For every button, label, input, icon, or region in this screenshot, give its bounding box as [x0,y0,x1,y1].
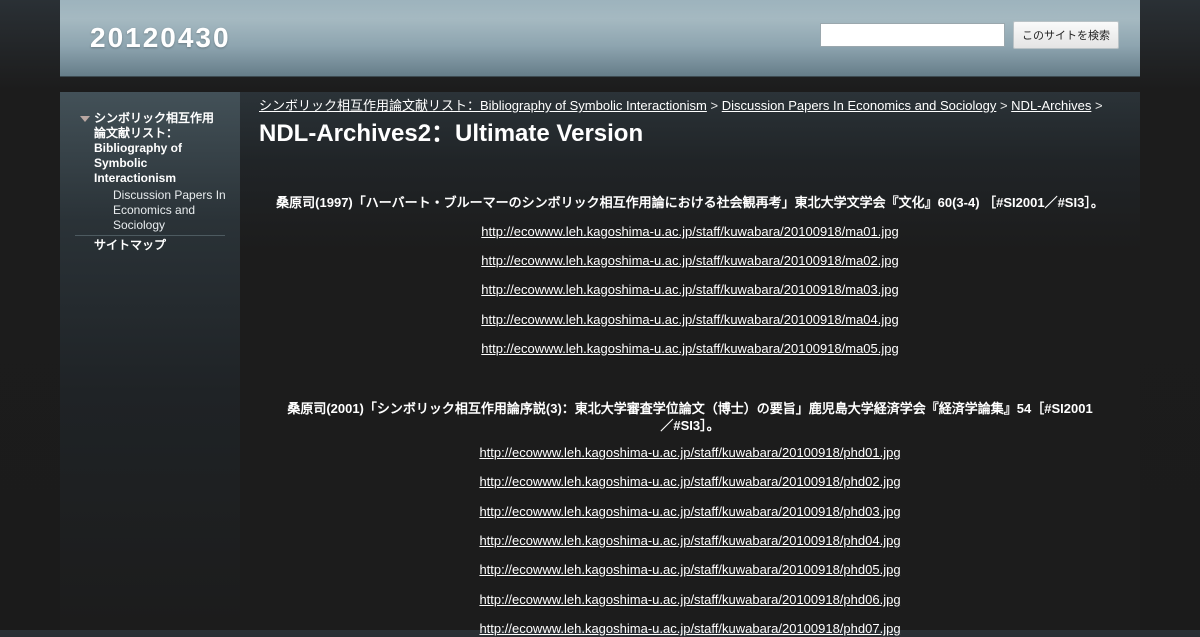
breadcrumb-link-discussion-papers[interactable]: Discussion Papers In Economics and Socio… [722,98,997,113]
image-link-anchor[interactable]: http://ecowww.leh.kagoshima-u.ac.jp/staf… [481,224,898,239]
image-link-anchor[interactable]: http://ecowww.leh.kagoshima-u.ac.jp/staf… [479,445,900,460]
search-button[interactable]: このサイトを検索 [1013,21,1119,49]
breadcrumb-link-bibliography[interactable]: シンボリック相互作用論文献リスト：Bibliography of Symboli… [259,98,707,113]
triangle-down-icon[interactable] [80,116,90,122]
page-title: NDL-Archives2：Ultimate Version [259,120,644,147]
main-content: シンボリック相互作用論文献リスト：Bibliography of Symboli… [240,92,1140,636]
breadcrumb-separator: > [999,98,1008,113]
image-link: http://ecowww.leh.kagoshima-u.ac.jp/staf… [268,474,1112,490]
image-link-anchor[interactable]: http://ecowww.leh.kagoshima-u.ac.jp/staf… [479,592,900,607]
image-link: http://ecowww.leh.kagoshima-u.ac.jp/staf… [268,224,1112,240]
breadcrumb-separator: > [710,98,719,113]
sidebar-item-sitemap[interactable]: サイトマップ [94,238,166,253]
image-link: http://ecowww.leh.kagoshima-u.ac.jp/staf… [268,562,1112,578]
image-link-anchor[interactable]: http://ecowww.leh.kagoshima-u.ac.jp/staf… [481,253,898,268]
image-link: http://ecowww.leh.kagoshima-u.ac.jp/staf… [268,621,1112,637]
image-link: http://ecowww.leh.kagoshima-u.ac.jp/staf… [268,445,1112,461]
sidebar-nav: シンボリック相互作用論文献リスト：Bibliography of Symboli… [60,92,240,630]
image-link-anchor[interactable]: http://ecowww.leh.kagoshima-u.ac.jp/staf… [479,474,900,489]
image-link: http://ecowww.leh.kagoshima-u.ac.jp/staf… [268,253,1112,269]
search-input[interactable] [820,23,1005,47]
image-link: http://ecowww.leh.kagoshima-u.ac.jp/staf… [268,341,1112,357]
sidebar-divider [75,235,225,236]
site-header: 20120430 このサイトを検索 [60,0,1140,76]
citation-text: 桑原司(1997)「ハーバート・ブルーマーのシンボリック相互作用論における社会観… [276,195,1104,210]
sidebar-item-discussion-papers[interactable]: Discussion Papers In Economics and Socio… [113,188,228,233]
image-link-anchor[interactable]: http://ecowww.leh.kagoshima-u.ac.jp/staf… [481,312,898,327]
image-link-anchor[interactable]: http://ecowww.leh.kagoshima-u.ac.jp/staf… [479,504,900,519]
breadcrumb: シンボリック相互作用論文献リスト：Bibliography of Symboli… [259,98,1129,114]
image-link: http://ecowww.leh.kagoshima-u.ac.jp/staf… [268,312,1112,328]
image-link-anchor[interactable]: http://ecowww.leh.kagoshima-u.ac.jp/staf… [479,533,900,548]
image-link-anchor[interactable]: http://ecowww.leh.kagoshima-u.ac.jp/staf… [479,621,900,636]
breadcrumb-separator: > [1094,98,1103,113]
image-link-anchor[interactable]: http://ecowww.leh.kagoshima-u.ac.jp/staf… [481,341,898,356]
citation-text: 桑原司(2001)「シンボリック相互作用論序説(3)：東北大学審査学位論文（博士… [287,401,1093,433]
image-link: http://ecowww.leh.kagoshima-u.ac.jp/staf… [268,282,1112,298]
image-link-anchor[interactable]: http://ecowww.leh.kagoshima-u.ac.jp/staf… [479,562,900,577]
sidebar-item-bibliography[interactable]: シンボリック相互作用論文献リスト：Bibliography of Symboli… [94,111,224,186]
breadcrumb-link-ndl-archives[interactable]: NDL-Archives [1011,98,1091,113]
image-link: http://ecowww.leh.kagoshima-u.ac.jp/staf… [268,533,1112,549]
image-link: http://ecowww.leh.kagoshima-u.ac.jp/staf… [268,504,1112,520]
site-title[interactable]: 20120430 [90,22,231,54]
image-link-anchor[interactable]: http://ecowww.leh.kagoshima-u.ac.jp/staf… [481,282,898,297]
image-link: http://ecowww.leh.kagoshima-u.ac.jp/staf… [268,592,1112,608]
